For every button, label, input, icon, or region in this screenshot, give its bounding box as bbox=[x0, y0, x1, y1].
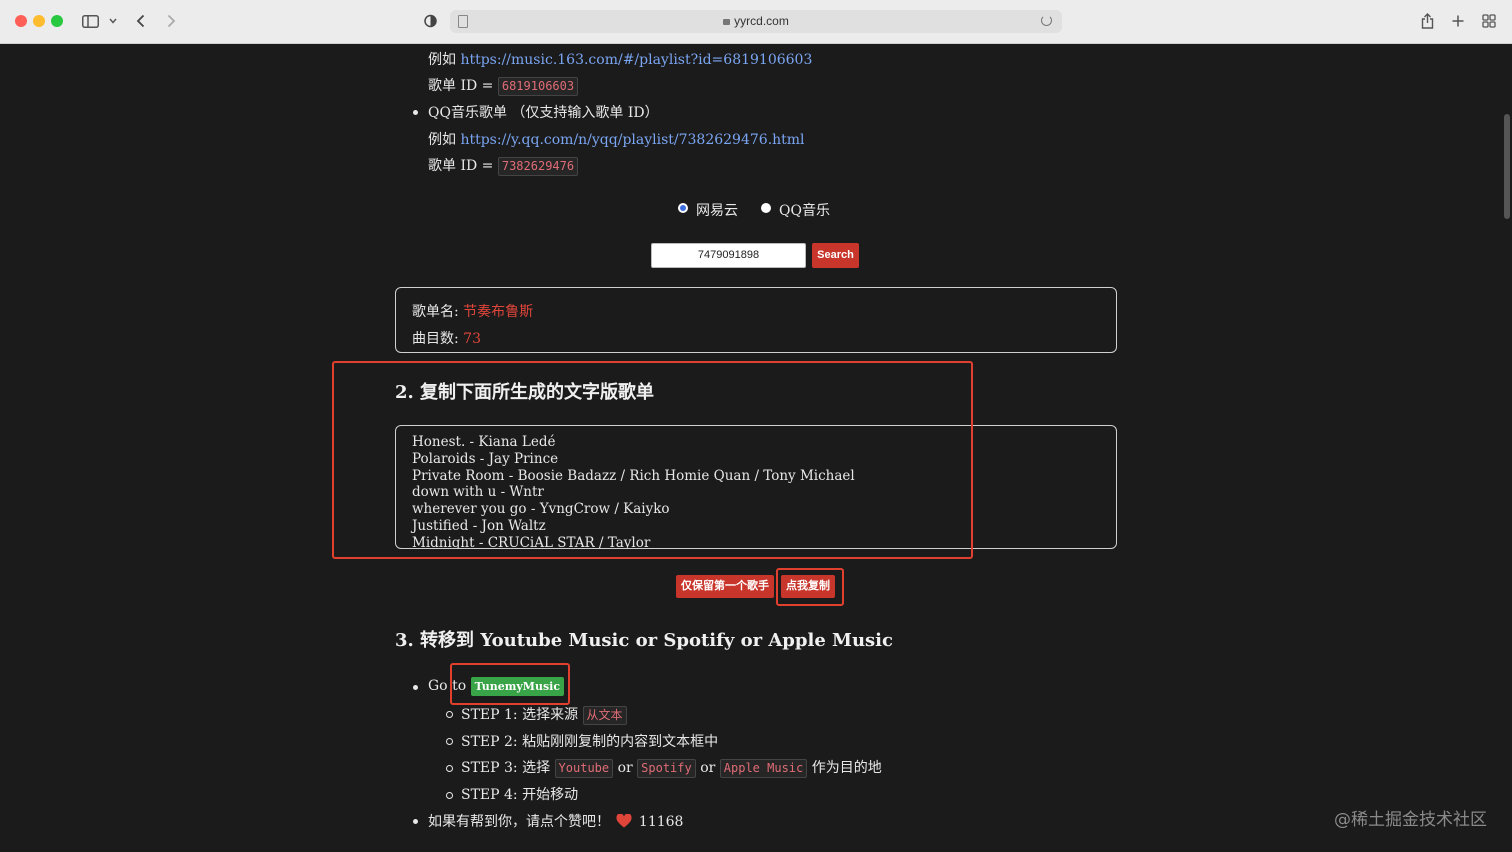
privacy-shield-icon[interactable] bbox=[421, 9, 439, 33]
back-icon[interactable] bbox=[132, 9, 150, 33]
step3-4: STEP 4: 开始移动 bbox=[461, 787, 579, 803]
url-text: yyrcd.com bbox=[734, 14, 789, 28]
netease-id-line: 歌单 ID = 6819106603 bbox=[428, 75, 579, 96]
example-prefix: 例如 bbox=[428, 52, 456, 68]
sub-bullet bbox=[446, 765, 453, 772]
bullet bbox=[413, 819, 418, 824]
chevron-down-icon[interactable] bbox=[107, 9, 119, 33]
step-text: STEP 1: 选择来源 bbox=[461, 707, 579, 723]
step-text: STEP 3: 选择 bbox=[461, 760, 551, 776]
track-count-value: 73 bbox=[463, 331, 481, 347]
annotation-box-step2 bbox=[332, 361, 973, 559]
step3-1: STEP 1: 选择来源 从文本 bbox=[461, 704, 627, 725]
id-label: 歌单 ID = bbox=[428, 78, 494, 94]
minimize-window-button[interactable] bbox=[33, 15, 45, 27]
sidebar-toggle-icon[interactable] bbox=[80, 9, 100, 33]
youtube-code: Youtube bbox=[554, 759, 614, 778]
sub-bullet bbox=[446, 738, 453, 745]
bullet bbox=[413, 685, 418, 690]
qq-title: QQ音乐歌单 （仅支持输入歌单 ID） bbox=[428, 105, 659, 121]
playlist-name: 歌单名: 节奏布鲁斯 bbox=[412, 301, 533, 321]
id-label: 歌单 ID = bbox=[428, 158, 494, 174]
playlist-id-input[interactable]: 7479091898 bbox=[651, 243, 806, 268]
apple-music-code: Apple Music bbox=[719, 759, 808, 778]
radio-qq-label[interactable]: QQ音乐 bbox=[779, 200, 830, 220]
maximize-window-button[interactable] bbox=[51, 15, 63, 27]
sub-bullet bbox=[446, 792, 453, 799]
lock-icon bbox=[723, 19, 731, 25]
annotation-box-copy bbox=[776, 568, 844, 606]
new-tab-icon[interactable] bbox=[1450, 9, 1466, 33]
step-suffix: 作为目的地 bbox=[811, 760, 882, 776]
step3-3: STEP 3: 选择 Youtube or Spotify or Apple M… bbox=[461, 757, 882, 778]
spotify-code: Spotify bbox=[637, 759, 696, 778]
annotation-box-tunemymusic bbox=[450, 663, 570, 705]
watermark: @稀土掘金技术社区 bbox=[1334, 810, 1487, 830]
from-text-code: 从文本 bbox=[582, 706, 627, 725]
sub-bullet bbox=[446, 711, 453, 718]
heart-icon[interactable] bbox=[616, 813, 633, 832]
like-text: 如果有帮到你，请点个赞吧！ bbox=[428, 814, 610, 830]
qq-example-link[interactable]: https://y.qq.com/n/yqq/playlist/73826294… bbox=[460, 132, 804, 148]
keep-first-artist-button[interactable]: 仅保留第一个歌手 bbox=[676, 575, 774, 598]
browser-toolbar: yyrcd.com bbox=[0, 0, 1512, 44]
bullet bbox=[413, 110, 418, 115]
qq-id-code: 7382629476 bbox=[497, 157, 579, 176]
step3-heading: 3. 转移到 Youtube Music or Spotify or Apple… bbox=[395, 630, 893, 651]
netease-example: 例如 https://music.163.com/#/playlist?id=6… bbox=[428, 49, 812, 69]
tab-overview-icon[interactable] bbox=[1480, 9, 1498, 33]
reload-icon[interactable] bbox=[1041, 15, 1052, 26]
example-prefix: 例如 bbox=[428, 132, 456, 148]
like-count: 11168 bbox=[638, 814, 684, 830]
or-text: or bbox=[700, 760, 716, 776]
radio-netease[interactable] bbox=[678, 203, 688, 213]
netease-id-code: 6819106603 bbox=[497, 77, 579, 96]
netease-example-link[interactable]: https://music.163.com/#/playlist?id=6819… bbox=[460, 52, 812, 68]
forward-icon[interactable] bbox=[162, 9, 180, 33]
close-window-button[interactable] bbox=[15, 15, 27, 27]
page-content: 例如 https://music.163.com/#/playlist?id=6… bbox=[0, 44, 1512, 852]
track-count: 曲目数: 73 bbox=[412, 328, 481, 348]
playlist-name-value: 节奏布鲁斯 bbox=[463, 304, 534, 320]
or-text: or bbox=[617, 760, 633, 776]
like-line: 如果有帮到你，请点个赞吧！ 11168 bbox=[428, 811, 683, 832]
qq-example: 例如 https://y.qq.com/n/yqq/playlist/73826… bbox=[428, 129, 805, 149]
share-icon[interactable] bbox=[1418, 9, 1436, 33]
step3-2: STEP 2: 粘贴刚刚复制的内容到文本框中 bbox=[461, 734, 719, 750]
qq-id-line: 歌单 ID = 7382629476 bbox=[428, 155, 579, 176]
playlist-name-label: 歌单名: bbox=[412, 304, 459, 320]
radio-qq[interactable] bbox=[761, 203, 771, 213]
search-button[interactable]: Search bbox=[812, 243, 859, 268]
scrollbar-thumb[interactable] bbox=[1504, 114, 1510, 219]
playlist-info-box: 歌单名: 节奏布鲁斯 曲目数: 73 bbox=[395, 287, 1117, 353]
track-count-label: 曲目数: bbox=[412, 331, 459, 347]
address-bar[interactable]: yyrcd.com bbox=[450, 10, 1062, 33]
radio-netease-label[interactable]: 网易云 bbox=[696, 200, 738, 220]
